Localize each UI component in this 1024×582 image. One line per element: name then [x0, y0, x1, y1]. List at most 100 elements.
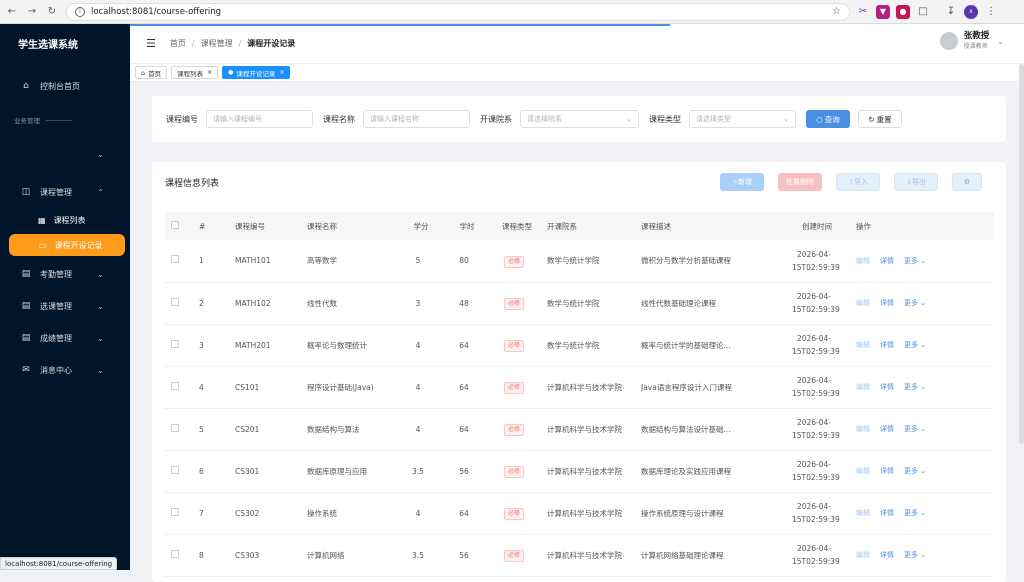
- column-header: 学分: [395, 212, 441, 240]
- more-dropdown[interactable]: 更多 ⌄: [904, 383, 926, 391]
- course-credit: 4: [395, 366, 441, 408]
- more-dropdown[interactable]: 更多 ⌄: [904, 467, 926, 475]
- description-text: 数据库理论及实践应用课程: [641, 465, 778, 478]
- back-icon[interactable]: ←: [4, 6, 20, 17]
- sidebar-item-dashboard[interactable]: ⌂ 控制台首页: [0, 70, 130, 102]
- row-checkbox[interactable]: [165, 408, 193, 450]
- edit-button[interactable]: 编辑: [856, 425, 870, 433]
- detail-button[interactable]: 详情: [880, 551, 894, 559]
- row-checkbox[interactable]: [165, 282, 193, 324]
- row-checkbox[interactable]: [165, 240, 193, 282]
- user-name: 张教授: [964, 32, 990, 41]
- bookmark-star-icon[interactable]: ☆: [832, 6, 841, 17]
- site-info-icon[interactable]: i: [75, 7, 85, 17]
- more-dropdown[interactable]: 更多 ⌄: [904, 509, 926, 517]
- edit-button[interactable]: 编辑: [856, 257, 870, 265]
- address-bar[interactable]: i localhost:8081/course-offering ☆: [66, 3, 850, 21]
- row-checkbox[interactable]: [165, 450, 193, 492]
- more-dropdown[interactable]: 更多 ⌄: [904, 257, 926, 265]
- query-button[interactable]: ○ 查询: [806, 110, 850, 128]
- profile-avatar-icon[interactable]: x: [964, 5, 978, 19]
- tab-home[interactable]: ⌂ 首页: [135, 66, 167, 79]
- more-dropdown[interactable]: 更多 ⌄: [904, 425, 926, 433]
- more-dropdown[interactable]: 更多 ⌄: [904, 341, 926, 349]
- edit-button[interactable]: 编辑: [856, 299, 870, 307]
- user-menu[interactable]: 张教授 授课教师 ⌄: [940, 32, 1004, 50]
- description-text: Java语言程序设计入门课程: [641, 381, 778, 394]
- menu-toggle-icon[interactable]: ☰: [146, 37, 156, 50]
- download-icon[interactable]: ↧: [944, 5, 958, 19]
- edit-button[interactable]: 编辑: [856, 341, 870, 349]
- sidebar-item-label: 消息中心: [40, 365, 72, 376]
- export-button[interactable]: ⇩导出: [894, 173, 938, 191]
- course-type-badge: 必修: [504, 382, 524, 394]
- import-button[interactable]: ⇧导入: [836, 173, 880, 191]
- batch-delete-button[interactable]: 批量删除: [778, 173, 822, 191]
- more-dropdown[interactable]: 更多 ⌄: [904, 551, 926, 559]
- puzzle-extensions-icon[interactable]: □: [916, 5, 930, 19]
- course-name-input[interactable]: 请输入课程名称: [363, 110, 470, 128]
- avatar[interactable]: [940, 32, 958, 50]
- detail-button[interactable]: 详情: [880, 383, 894, 391]
- course-college: 计算机科学与技术学院: [541, 366, 635, 408]
- reload-icon[interactable]: ↻: [44, 6, 60, 17]
- course-type-badge: 必修: [504, 256, 524, 268]
- detail-button[interactable]: 详情: [880, 299, 894, 307]
- browser-menu-icon[interactable]: ⋮: [984, 5, 998, 19]
- row-checkbox[interactable]: [165, 492, 193, 534]
- scissors-extension-icon[interactable]: ✂: [856, 5, 870, 19]
- sidebar-item-messages[interactable]: ✉ 消息中心 ⌄: [0, 354, 130, 386]
- description-text: 数据结构与算法设计基础...: [641, 423, 778, 436]
- chevron-down-icon: ⌄: [920, 551, 926, 559]
- page-scrollbar[interactable]: [1019, 64, 1024, 444]
- clipboard-icon: ▦: [38, 216, 46, 225]
- sidebar-collapsed-group[interactable]: ⌄: [0, 138, 130, 170]
- row-checkbox[interactable]: [165, 324, 193, 366]
- detail-button[interactable]: 详情: [880, 509, 894, 517]
- course-credit: 4: [395, 324, 441, 366]
- sidebar-item-grades[interactable]: ▤ 成绩管理 ⌄: [0, 322, 130, 354]
- forward-icon[interactable]: →: [24, 6, 40, 17]
- sidebar-item-label: 考勤管理: [40, 269, 72, 280]
- more-dropdown[interactable]: 更多 ⌄: [904, 299, 926, 307]
- course-type-cell: 必修: [487, 366, 541, 408]
- extension-icon[interactable]: ▼: [876, 5, 890, 19]
- edit-button[interactable]: 编辑: [856, 551, 870, 559]
- reset-button[interactable]: ↻ 重置: [858, 110, 902, 128]
- breadcrumb-course-management[interactable]: 课程管理: [201, 38, 233, 49]
- more-label: 更多: [904, 425, 918, 433]
- extension-icon[interactable]: ●: [896, 5, 910, 19]
- college-select[interactable]: 请选择院系 ⌄: [520, 110, 639, 128]
- detail-button[interactable]: 详情: [880, 425, 894, 433]
- course-description: 微积分与数学分析基础课程: [635, 240, 778, 282]
- table-row: 1MATH101高等数学580必修数学与统计学院微积分与数学分析基础课程2026…: [165, 240, 994, 282]
- row-checkbox[interactable]: [165, 366, 193, 408]
- detail-button[interactable]: 详情: [880, 341, 894, 349]
- detail-button[interactable]: 详情: [880, 467, 894, 475]
- course-hours: 64: [441, 492, 487, 534]
- chevron-down-icon: ⌄: [97, 334, 104, 343]
- type-select[interactable]: 请选择类型 ⌄: [689, 110, 796, 128]
- edit-button[interactable]: 编辑: [856, 383, 870, 391]
- tab-course-offering[interactable]: ● 课程开设记录 ×: [222, 66, 290, 79]
- settings-button[interactable]: ⚙: [952, 173, 982, 191]
- add-button[interactable]: +新增: [720, 173, 764, 191]
- close-icon[interactable]: ×: [279, 69, 284, 76]
- sidebar-item-course-list[interactable]: ▦ 课程列表: [0, 208, 130, 232]
- created-time: 2026-04-15T02:59:39: [778, 408, 850, 450]
- sidebar-item-selection[interactable]: ▤ 选课管理 ⌄: [0, 290, 130, 322]
- tab-course-list[interactable]: 课程列表 ×: [171, 66, 218, 79]
- sidebar-item-course-offering[interactable]: ▭ 课程开设记录: [9, 234, 125, 256]
- active-dot-icon: ●: [228, 69, 233, 76]
- breadcrumb-home[interactable]: 首页: [170, 38, 186, 49]
- sidebar-item-label: 选课管理: [40, 301, 72, 312]
- sidebar-item-attendance[interactable]: ▤ 考勤管理 ⌄: [0, 258, 130, 290]
- course-hours: 80: [441, 240, 487, 282]
- edit-button[interactable]: 编辑: [856, 467, 870, 475]
- close-icon[interactable]: ×: [207, 69, 212, 76]
- select-all-checkbox[interactable]: [165, 212, 193, 240]
- detail-button[interactable]: 详情: [880, 257, 894, 265]
- course-code-input[interactable]: 请输入课程编号: [206, 110, 313, 128]
- sidebar-item-course-management[interactable]: ◫ 课程管理 ⌃: [0, 176, 130, 208]
- edit-button[interactable]: 编辑: [856, 509, 870, 517]
